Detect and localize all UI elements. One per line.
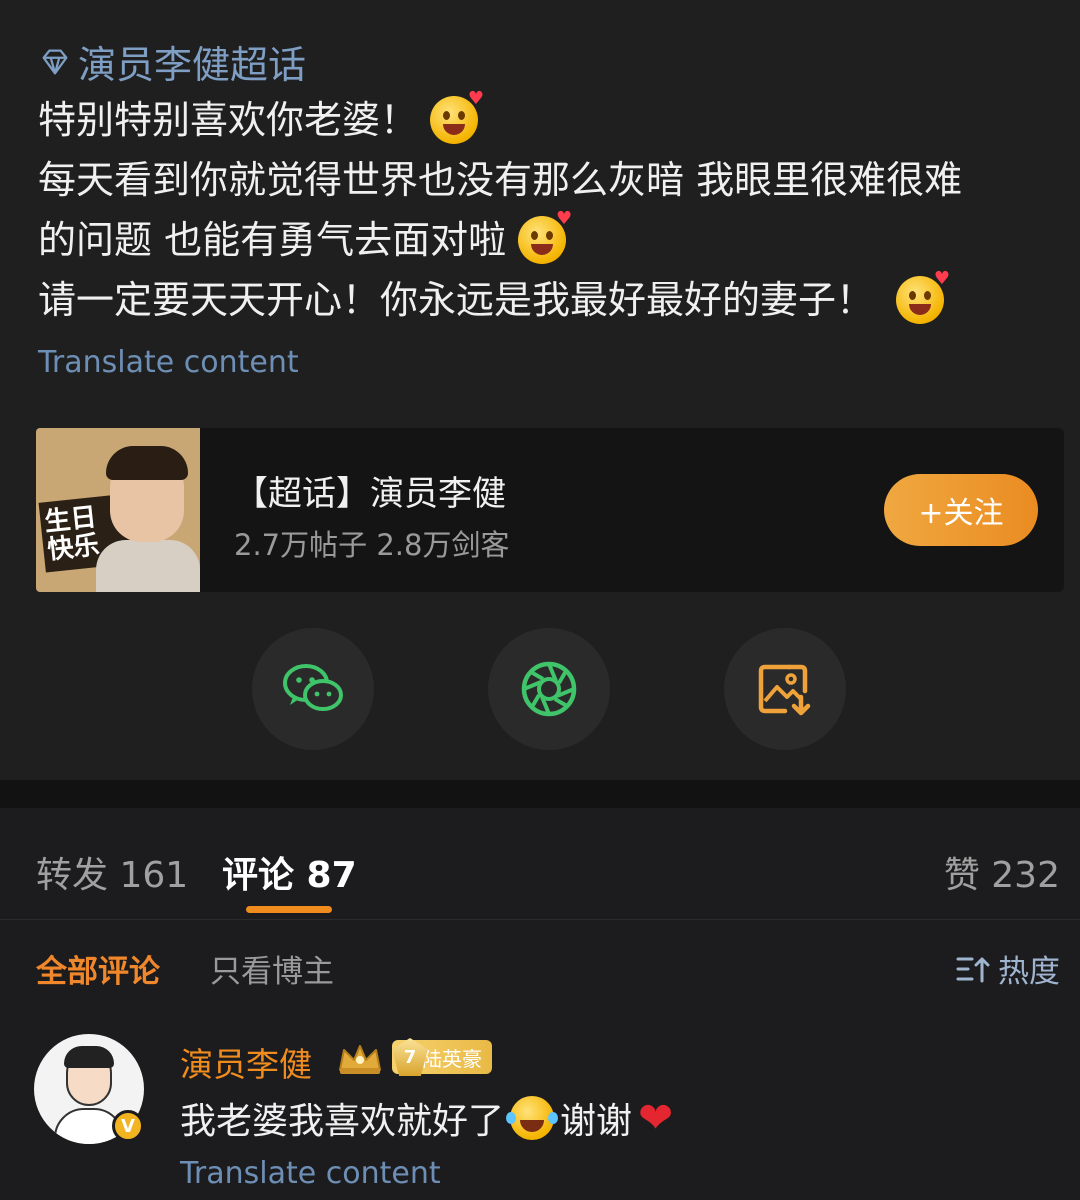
follow-button[interactable]: +关注	[884, 474, 1038, 546]
topic-card-stats: 2.7万帖子 2.8万剑客	[234, 528, 510, 562]
save-image-icon	[758, 664, 811, 716]
active-tab-indicator	[246, 906, 332, 913]
moments-icon	[521, 661, 577, 717]
save-image-button[interactable]	[724, 628, 846, 750]
verified-badge-icon: V	[112, 1110, 144, 1142]
comment-text-part: 谢谢	[560, 1101, 633, 1142]
share-moments-button[interactable]	[488, 628, 610, 750]
crown-icon	[339, 1045, 381, 1074]
post-line: 的问题 也能有勇气去面对啦	[38, 218, 507, 262]
comment-text-part: 我老婆我喜欢就好了	[180, 1101, 505, 1142]
topic-tag[interactable]: 演员李健超话	[38, 34, 306, 89]
comment-translate-link[interactable]: Translate content	[180, 1156, 441, 1191]
fan-badge-label: 陆英豪	[422, 1046, 482, 1071]
filter-all-comments[interactable]: 全部评论	[36, 946, 160, 991]
sort-icon	[956, 957, 990, 982]
share-row	[0, 628, 1080, 750]
fan-level-badge: 7 陆英豪	[392, 1038, 492, 1076]
sort-button[interactable]: 热度	[956, 946, 1060, 991]
tab-repost[interactable]: 转发 161	[36, 846, 188, 898]
hugging-emoji-icon: ♥	[430, 90, 484, 144]
smiling-hearts-emoji-icon: ♥	[896, 270, 950, 324]
post-line: 请一定要天天开心！你永远是我最好最好的妻子！	[38, 278, 875, 322]
post-line: 特别特别喜欢你老婆！	[38, 98, 419, 142]
comment-text: 我老婆我喜欢就好了 谢谢 ❤	[180, 1092, 673, 1144]
comment-author[interactable]: 演员李健	[180, 1038, 312, 1086]
translate-link[interactable]: Translate content	[38, 345, 299, 380]
tab-comments[interactable]: 评论 87	[222, 846, 357, 898]
section-divider	[0, 780, 1080, 808]
wechat-icon	[283, 664, 343, 711]
heart-kiss-emoji-icon: ♥	[518, 210, 572, 264]
comment-filter-row: 全部评论 只看博主 热度	[0, 924, 1080, 1008]
topic-tag-label: 演员李健超话	[78, 43, 307, 87]
red-heart-icon: ❤	[638, 1093, 674, 1142]
thumbnail-text: 生日 快乐	[43, 502, 101, 566]
share-wechat-button[interactable]	[252, 628, 374, 750]
post-line: 每天看到你就觉得世界也没有那么灰暗 我眼里很难很难	[38, 158, 963, 202]
topic-thumbnail: 生日 快乐	[36, 428, 200, 592]
comment-item: V 演员李健 7 陆英豪 我老婆我喜欢就好了 谢谢 ❤ Translate co…	[0, 1020, 1080, 1200]
sort-label: 热度	[998, 954, 1060, 990]
topic-card-title: 【超话】演员李健	[234, 474, 506, 514]
tears-of-joy-emoji-icon	[506, 1096, 559, 1140]
super-topic-card[interactable]: 生日 快乐 【超话】演员李健 2.7万帖子 2.8万剑客 +关注	[36, 428, 1064, 592]
tab-likes[interactable]: 赞 232	[944, 846, 1060, 898]
post: 演员李健超话 特别特别喜欢你老婆！ ♥ 每天看到你就觉得世界也没有那么灰暗 我眼…	[0, 0, 1080, 780]
filter-author-only[interactable]: 只看博主	[210, 946, 334, 991]
post-text: 特别特别喜欢你老婆！ ♥ 每天看到你就觉得世界也没有那么灰暗 我眼里很难很难 的…	[38, 90, 1058, 330]
super-topic-icon	[42, 49, 68, 74]
interaction-tabs: 转发 161 评论 87 赞 232	[0, 808, 1080, 920]
